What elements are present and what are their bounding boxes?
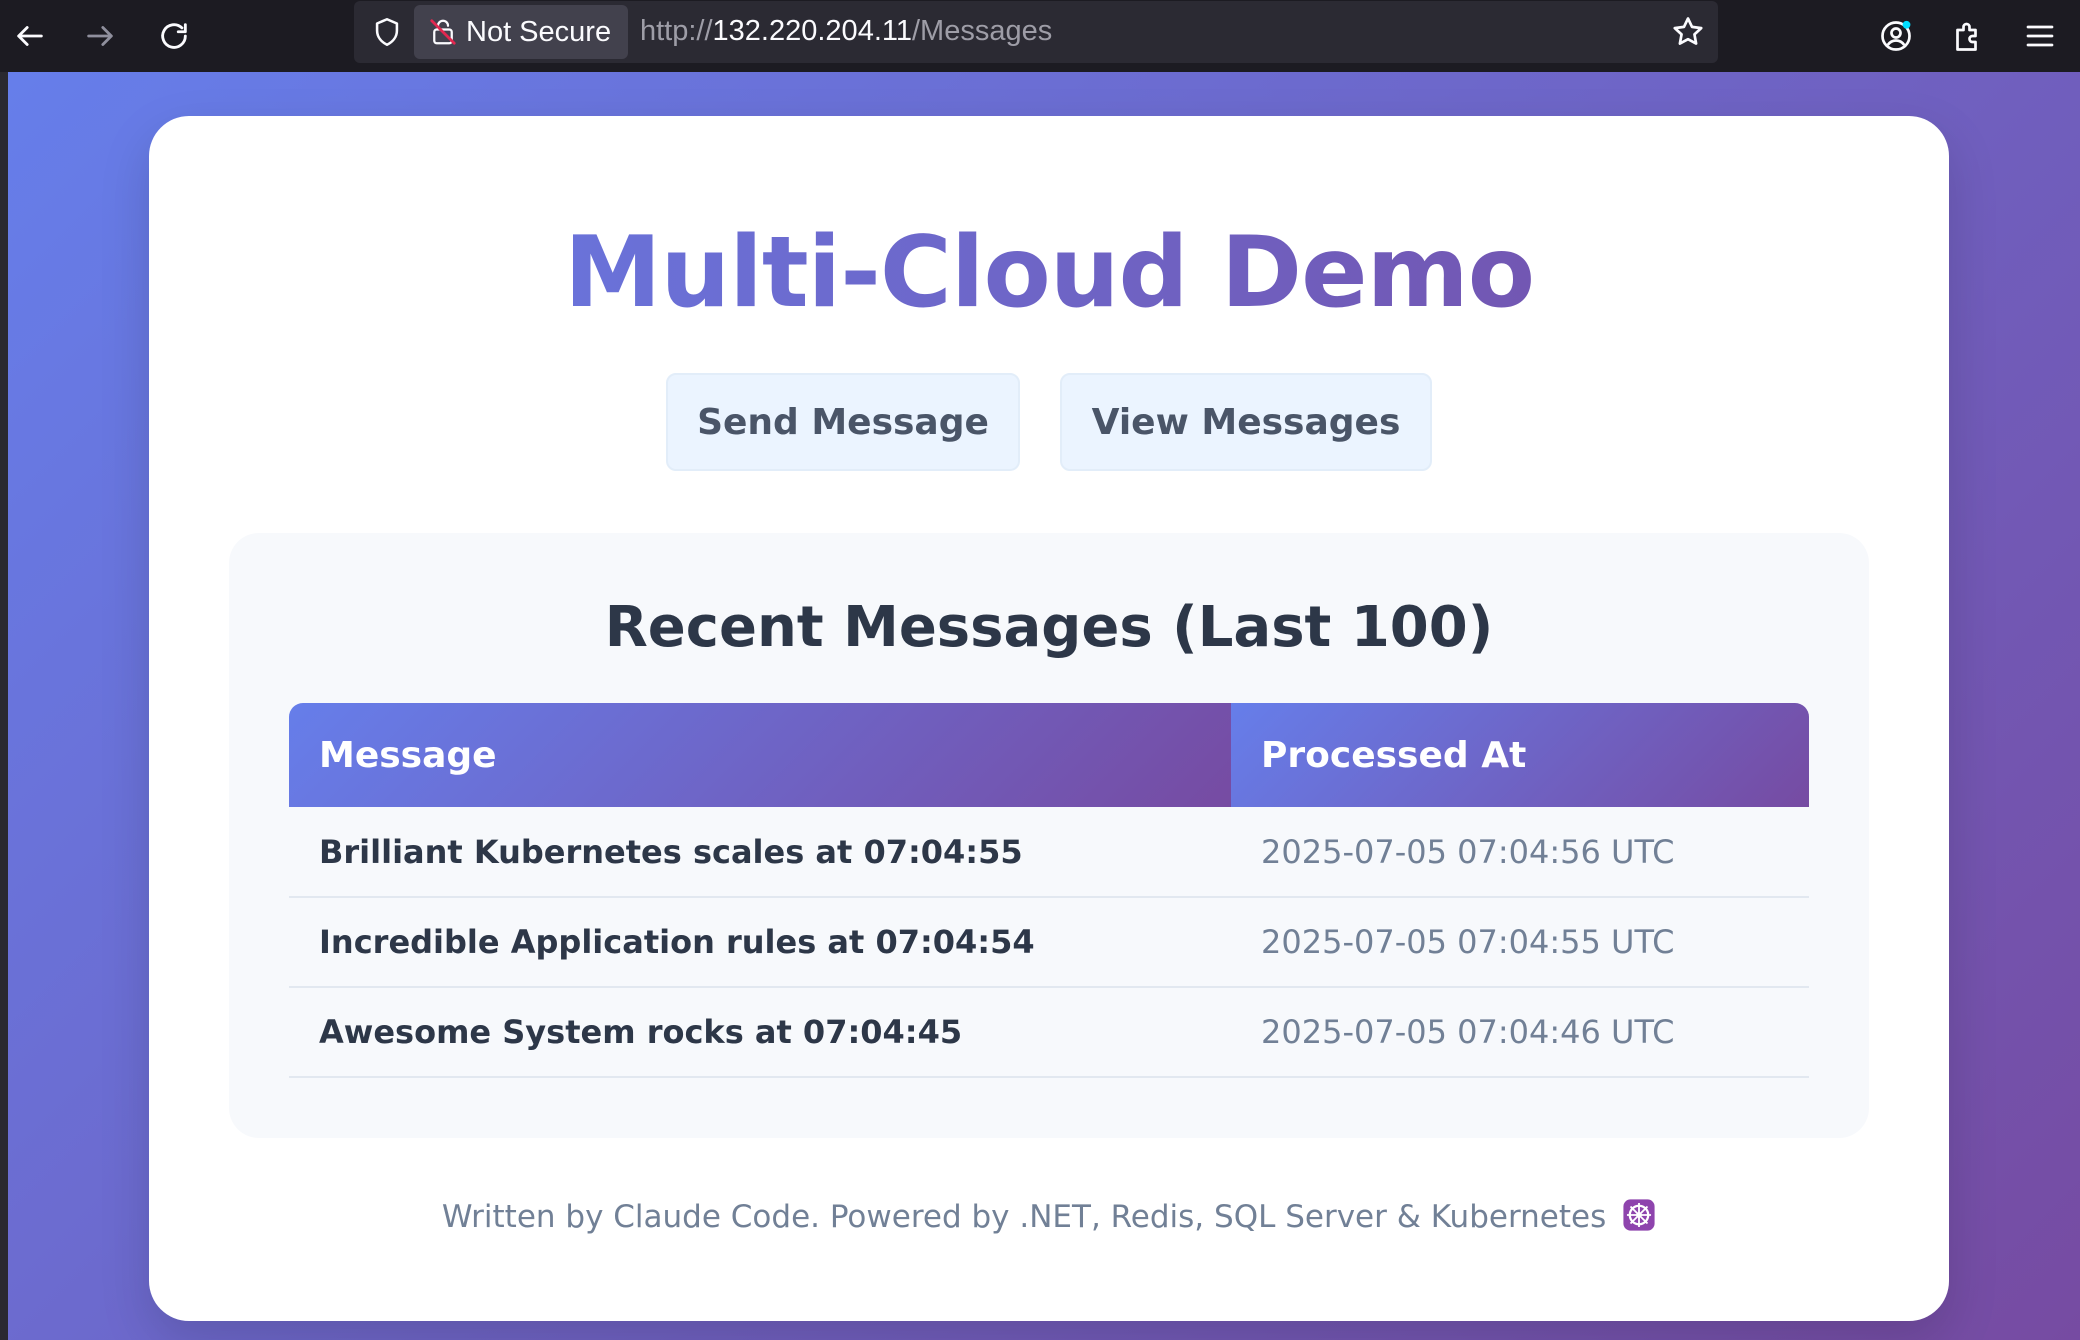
extensions-button[interactable] (1944, 12, 1992, 60)
back-arrow-icon (17, 26, 43, 46)
page-viewport: Multi-Cloud Demo Send Message View Messa… (8, 72, 2080, 1340)
footer-text: Written by Claude Code. Powered by .NET,… (441, 1199, 1607, 1235)
shield-icon[interactable] (370, 15, 404, 49)
message-cell: Awesome System rocks at 07:04:45 (319, 1013, 963, 1051)
messages-panel-title: Recent Messages (Last 100) (604, 595, 1494, 660)
send-message-button[interactable]: Send Message (666, 373, 1020, 471)
table-row: Incredible Application rules at 07:04:54… (289, 897, 1809, 987)
table-row: Awesome System rocks at 07:04:45 2025-07… (289, 987, 1809, 1077)
security-label: Not Secure (466, 15, 612, 48)
app-menu-button[interactable] (2016, 12, 2064, 60)
processed-at-cell: 2025-07-05 07:04:55 UTC (1261, 923, 1675, 961)
footer: Written by Claude Code. Powered by .NET,… (149, 1198, 1949, 1235)
messages-table: Message Processed At Brilliant Kubernete… (289, 703, 1809, 1078)
column-header-processed-at: Processed At (1231, 703, 1809, 807)
processed-at-cell: 2025-07-05 07:04:46 UTC (1261, 1013, 1675, 1051)
extensions-icon (1956, 22, 1977, 51)
account-icon (1881, 20, 1911, 51)
messages-panel: Recent Messages (Last 100) Message Proce… (229, 533, 1869, 1138)
bookmark-star-icon[interactable] (1670, 14, 1706, 50)
table-header-row: Message Processed At (289, 703, 1809, 807)
table-row: Brilliant Kubernetes scales at 07:04:55 … (289, 807, 1809, 897)
forward-button[interactable] (76, 12, 124, 60)
message-cell: Brilliant Kubernetes scales at 07:04:55 (319, 832, 1023, 871)
security-indicator[interactable]: Not Secure (414, 5, 628, 59)
window-edge (0, 72, 8, 1340)
page-title: Multi-Cloud Demo (149, 216, 1949, 330)
reload-icon (161, 23, 187, 49)
url-host: 132.220.204.11 (712, 15, 912, 47)
url-scheme: http:// (640, 15, 713, 47)
kubernetes-helm-icon (1623, 1199, 1655, 1231)
lock-insecure-icon (430, 19, 456, 45)
column-header-message: Message (289, 703, 1231, 807)
url-path: /Messages (911, 15, 1053, 47)
account-button[interactable] (1872, 12, 1920, 60)
back-button[interactable] (6, 12, 54, 60)
processed-at-cell: 2025-07-05 07:04:56 UTC (1261, 832, 1675, 871)
forward-arrow-icon (87, 26, 113, 46)
main-card: Multi-Cloud Demo Send Message View Messa… (149, 116, 1949, 1321)
address-bar[interactable]: Not Secure http://132.220.204.11/Message… (354, 1, 1718, 63)
url-text[interactable]: http://132.220.204.11/Messages (640, 15, 1052, 48)
menu-icon (2026, 25, 2054, 47)
reload-button[interactable] (150, 12, 198, 60)
message-cell: Incredible Application rules at 07:04:54 (319, 923, 1035, 961)
browser-toolbar: Not Secure http://132.220.204.11/Message… (0, 0, 2080, 72)
view-messages-button[interactable]: View Messages (1060, 373, 1432, 471)
